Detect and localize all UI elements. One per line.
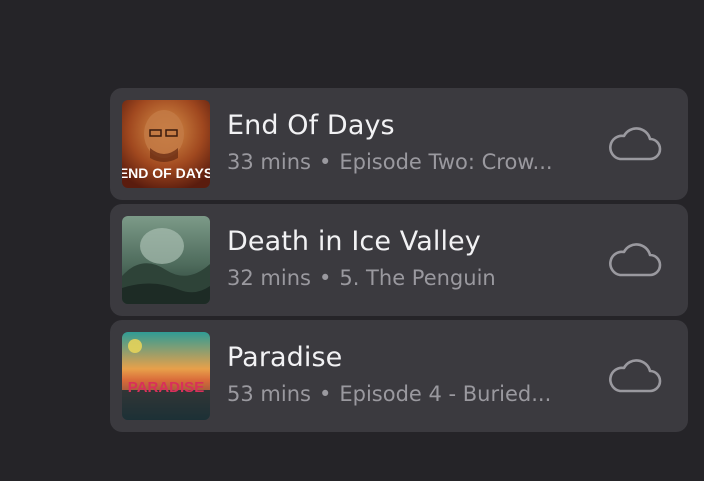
artwork-text: END OF DAYS — [122, 165, 210, 181]
end-of-days-artwork: END OF DAYS — [122, 100, 210, 188]
cloud-download-icon[interactable] — [606, 242, 662, 278]
episode-artwork: END OF DAYS — [122, 100, 210, 188]
cloud-download-icon[interactable] — [606, 358, 662, 394]
episode-row-paradise[interactable]: PARADISE Paradise 53 mins • Episode 4 - Bu… — [110, 320, 688, 432]
episode-title: Paradise — [227, 342, 343, 373]
episode-duration: 32 mins — [227, 266, 311, 290]
separator-dot: • — [318, 266, 332, 290]
episode-artwork: PARADISE — [122, 332, 210, 420]
episode-duration: 53 mins — [227, 382, 311, 406]
death-in-ice-valley-artwork — [122, 216, 210, 304]
episode-list: END OF DAYS End Of Days 33 mins • Episode … — [110, 88, 688, 436]
episode-artwork — [122, 216, 210, 304]
episode-row-end-of-days[interactable]: END OF DAYS End Of Days 33 mins • Episode … — [110, 88, 688, 200]
separator-dot: • — [318, 382, 332, 406]
episode-title: Death in Ice Valley — [227, 226, 481, 257]
episode-meta: 32 mins • 5. The Penguin — [227, 266, 496, 290]
episode-duration: 33 mins — [227, 150, 311, 174]
separator-dot: • — [318, 150, 332, 174]
cloud-download-icon[interactable] — [606, 126, 662, 162]
episode-row-death-in-ice-valley[interactable]: Death in Ice Valley 32 mins • 5. The Pengu… — [110, 204, 688, 316]
episode-subtitle: Episode 4 - Buried... — [339, 382, 552, 406]
episode-subtitle: Episode Two: Crow... — [339, 150, 553, 174]
episode-title: End Of Days — [227, 110, 395, 141]
episode-subtitle: 5. The Penguin — [339, 266, 496, 290]
artwork-text: PARADISE — [128, 379, 204, 396]
paradise-artwork: PARADISE — [122, 332, 210, 420]
episode-meta: 33 mins • Episode Two: Crow... — [227, 150, 553, 174]
episode-meta: 53 mins • Episode 4 - Buried... — [227, 382, 551, 406]
